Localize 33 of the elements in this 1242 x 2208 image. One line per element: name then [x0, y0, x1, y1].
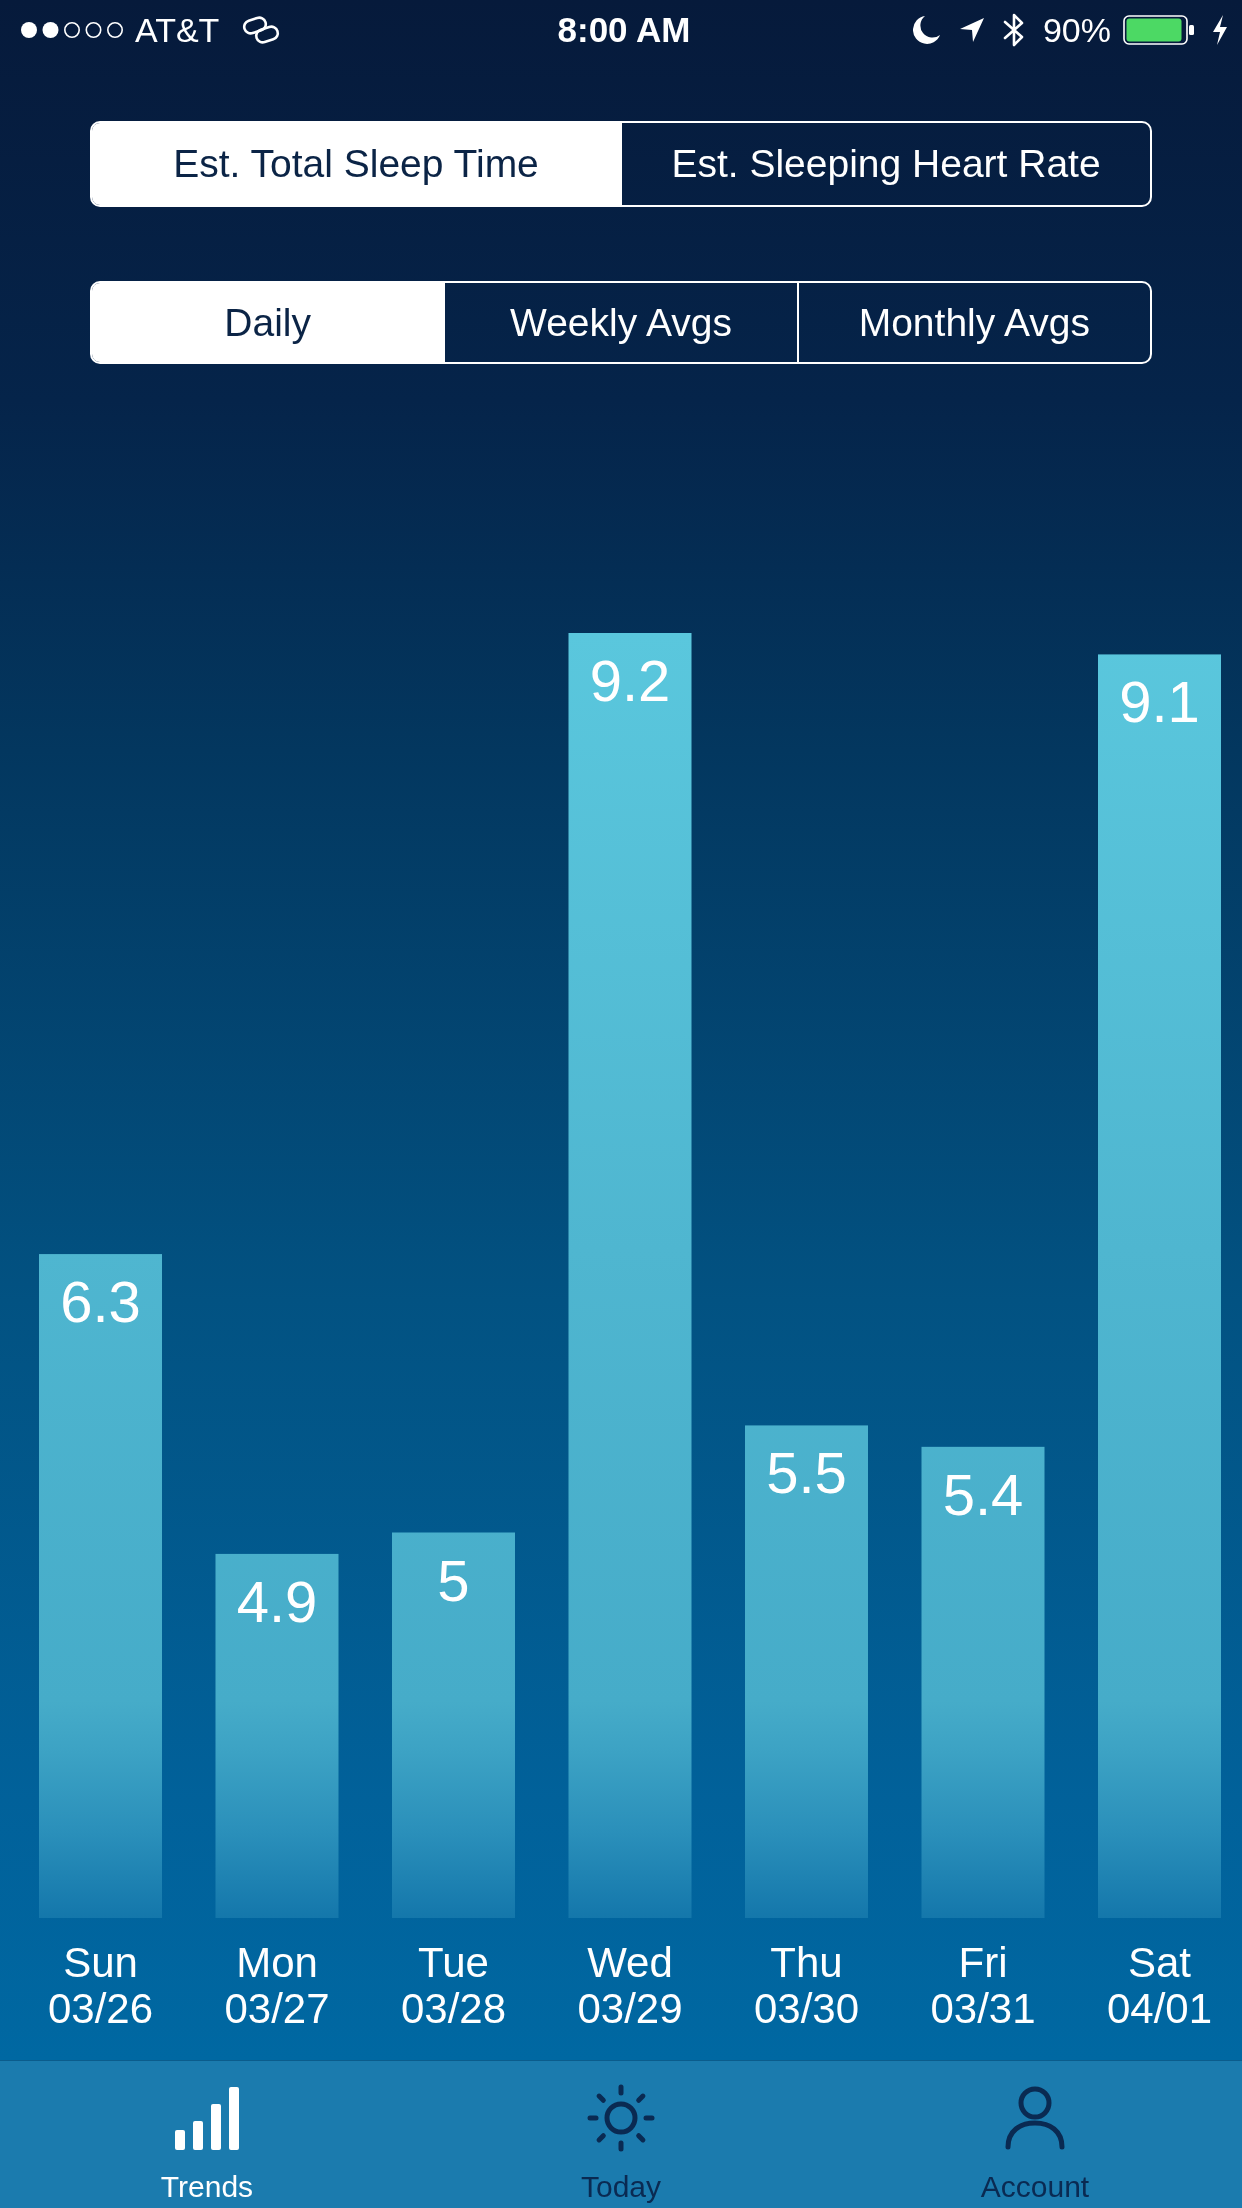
sun-icon [587, 2084, 655, 2152]
signal-icon [20, 21, 124, 39]
bar-chart-icon [175, 2086, 239, 2150]
bar-value-label: 5 [437, 1547, 470, 1613]
charging-bolt-icon [1212, 15, 1228, 45]
metric-tab[interactable]: Est. Total Sleep Time [92, 123, 620, 205]
status-time: 8:00 AM [557, 10, 691, 50]
location-arrow-icon [958, 17, 985, 43]
period-tab[interactable]: Daily [92, 283, 444, 362]
period-tab[interactable]: Weekly Avgs [443, 283, 797, 362]
day-label: Thu 03/30 [753, 1940, 860, 2032]
day-label: Mon 03/27 [224, 1940, 330, 2032]
link-icon [242, 15, 281, 45]
bar-value-label: 9.1 [1119, 669, 1200, 735]
tab-bar-button[interactable]: Trends [0, 2061, 414, 2208]
bar-value-label: 5.4 [942, 1461, 1024, 1527]
bar-value-label: 9.2 [589, 648, 671, 713]
bluetooth-icon [1002, 13, 1025, 47]
day-label: Fri 03/31 [930, 1940, 1036, 2032]
carrier-label: AT&T [135, 10, 220, 50]
period-tab[interactable]: Monthly Avgs [796, 283, 1150, 362]
moon-icon [912, 15, 941, 45]
person-icon [1005, 2086, 1065, 2150]
battery-icon [1123, 15, 1194, 45]
day-label: Tue 03/28 [400, 1940, 507, 2032]
bar-value-label: 6.3 [60, 1269, 141, 1335]
bar-value-label: 5.5 [766, 1440, 847, 1506]
day-label: Sat 04/01 [1106, 1940, 1213, 2032]
bar-value-label: 4.9 [236, 1568, 318, 1634]
day-label: Sun 03/26 [47, 1940, 154, 2032]
day-label: Wed 03/29 [577, 1940, 683, 2032]
battery-percent: 90% [1042, 10, 1111, 50]
metric-tab[interactable]: Est. Sleeping Heart Rate [620, 123, 1150, 205]
